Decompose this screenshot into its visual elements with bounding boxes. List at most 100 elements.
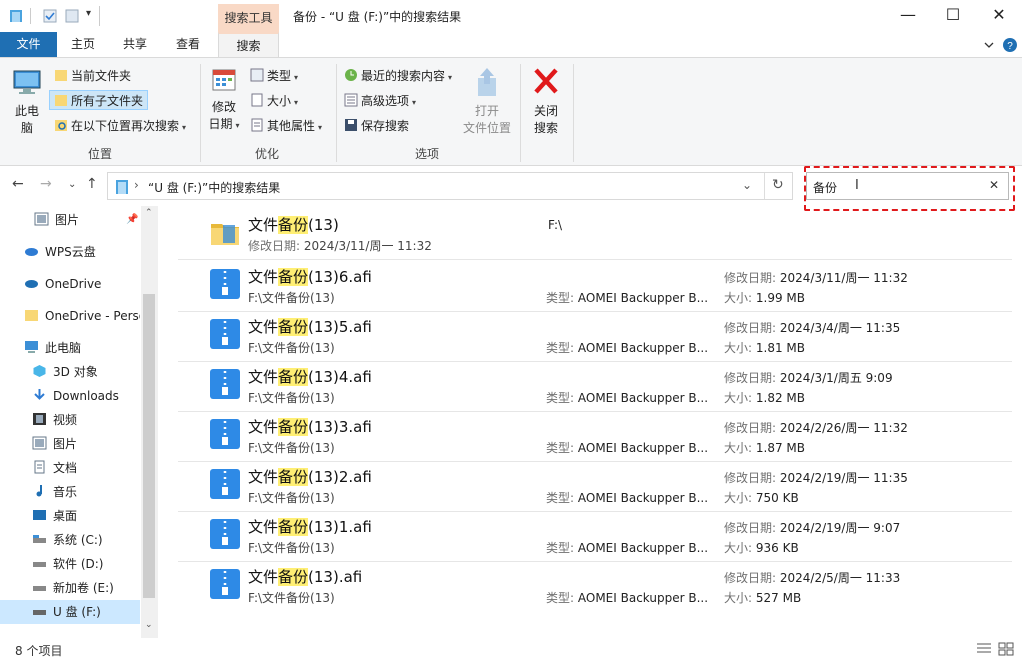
new-folder-icon[interactable] bbox=[64, 8, 80, 24]
list-item[interactable]: 文件备份(13)1.afi F:\文件备份(13) 类型: AOMEI Back… bbox=[178, 512, 1012, 562]
tab-search[interactable]: 搜索 bbox=[218, 32, 279, 57]
save-icon bbox=[345, 119, 357, 131]
recent-searches-button[interactable]: 最近的搜索内容 ▾ bbox=[344, 66, 452, 86]
sidebar-item-onedrive[interactable]: OneDrive bbox=[0, 272, 140, 296]
list-item[interactable]: 文件备份(13)5.afi F:\文件备份(13) 类型: AOMEI Back… bbox=[178, 312, 1012, 362]
sidebar-item-drive-d[interactable]: 软件 (D:) bbox=[0, 552, 140, 576]
chevron-down-icon[interactable] bbox=[983, 39, 995, 51]
open-file-location-button[interactable]: 打开 文件位置 bbox=[460, 66, 514, 137]
archive-file-icon bbox=[210, 469, 240, 499]
save-search-button[interactable]: 保存搜索 bbox=[344, 116, 409, 136]
navigation-pane: 图片 📌 WPS云盘 OneDrive OneDrive - Perso 此电脑… bbox=[0, 206, 158, 638]
title-bar: ▾ 搜索工具 备份 - “U 盘 (F:)”中的搜索结果 — ☐ ✕ bbox=[0, 0, 1022, 32]
window-title: 备份 - “U 盘 (F:)”中的搜索结果 bbox=[293, 10, 462, 24]
pin-icon[interactable]: 📌 bbox=[126, 214, 138, 225]
sidebar-scrollbar[interactable]: ⌃ ⌄ bbox=[141, 206, 158, 638]
download-icon bbox=[34, 389, 45, 400]
3d-objects-icon bbox=[33, 365, 46, 377]
back-button[interactable]: ← bbox=[12, 176, 24, 192]
search-tools-tab: 搜索工具 bbox=[218, 4, 279, 32]
close-icon bbox=[534, 68, 558, 94]
sidebar-item-drive-c[interactable]: 系统 (C:) bbox=[0, 528, 140, 552]
sidebar-item-onedrive-personal[interactable]: OneDrive - Perso bbox=[0, 304, 140, 328]
address-dropdown-icon[interactable]: ⌄ bbox=[742, 178, 752, 192]
location-group-label: 位置 bbox=[87, 147, 112, 161]
properties-icon bbox=[251, 118, 263, 132]
folder-icon bbox=[55, 70, 67, 81]
other-properties-button[interactable]: 其他属性 ▾ bbox=[250, 116, 322, 136]
sidebar-item-downloads[interactable]: Downloads bbox=[0, 384, 140, 408]
sidebar-item-3d-objects[interactable]: 3D 对象 bbox=[0, 360, 140, 384]
recent-locations-icon[interactable]: ⌄ bbox=[68, 179, 76, 190]
sidebar-item-videos[interactable]: 视频 bbox=[0, 408, 140, 432]
maximize-button[interactable]: ☐ bbox=[930, 0, 976, 32]
forward-button[interactable]: → bbox=[40, 176, 52, 192]
folder-icon bbox=[211, 224, 239, 245]
sidebar-item-pictures-quick[interactable]: 图片 bbox=[0, 208, 140, 232]
size-icon bbox=[251, 93, 263, 107]
sidebar-item-pictures[interactable]: 图片 bbox=[0, 432, 140, 456]
sidebar-item-drive-f[interactable]: U 盘 (F:) bbox=[0, 600, 140, 624]
current-folder-button[interactable]: 当前文件夹 bbox=[54, 66, 131, 86]
ribbon: 此电 脑 当前文件夹 所有子文件夹 在以下位置再次搜索 ▾ 位置 修改 日期 ▾ 类… bbox=[0, 57, 1022, 166]
subfolders-icon bbox=[55, 95, 67, 106]
refresh-icon[interactable]: ↻ bbox=[772, 177, 784, 193]
quick-access-dropdown-icon[interactable]: ▾ bbox=[86, 8, 91, 19]
search-results-icon bbox=[116, 180, 128, 194]
address-bar[interactable]: › “U 盘 (F:)”中的搜索结果 ⌄ ↻ bbox=[107, 172, 793, 200]
open-location-icon bbox=[478, 68, 496, 96]
computer-icon bbox=[13, 70, 41, 94]
this-pc-button[interactable]: 此电 脑 bbox=[8, 66, 46, 137]
close-window-button[interactable]: ✕ bbox=[976, 0, 1022, 32]
desktop-icon bbox=[33, 510, 46, 520]
sidebar-item-desktop[interactable]: 桌面 bbox=[0, 504, 140, 528]
scroll-down-icon[interactable]: ⌄ bbox=[145, 620, 153, 630]
list-item[interactable]: 文件备份(13)2.afi F:\文件备份(13) 类型: AOMEI Back… bbox=[178, 462, 1012, 512]
breadcrumb-chevron-icon[interactable]: › bbox=[134, 178, 139, 192]
size-button[interactable]: 大小 ▾ bbox=[250, 91, 298, 111]
close-search-button[interactable]: 关闭 搜索 bbox=[528, 66, 564, 137]
minimize-button[interactable]: — bbox=[885, 0, 931, 32]
details-view-icon[interactable] bbox=[976, 642, 992, 656]
list-item[interactable]: 文件备份(13) 修改日期: 2024/3/11/周一 11:32 F:\ bbox=[178, 210, 1012, 260]
archive-file-icon bbox=[210, 369, 240, 399]
up-button[interactable]: ↑ bbox=[86, 176, 98, 192]
sidebar-item-this-pc[interactable]: 此电脑 bbox=[0, 336, 140, 360]
folder-search-icon bbox=[55, 120, 67, 131]
onedrive-icon bbox=[25, 280, 38, 288]
sidebar-item-music[interactable]: 音乐 bbox=[0, 480, 140, 504]
list-item[interactable]: 文件备份(13)3.afi F:\文件备份(13) 类型: AOMEI Back… bbox=[178, 412, 1012, 462]
pictures-icon bbox=[32, 436, 47, 450]
archive-file-icon bbox=[210, 419, 240, 449]
tab-share[interactable]: 共享 bbox=[110, 32, 160, 57]
kind-icon bbox=[250, 68, 264, 82]
folder-location: F:\ bbox=[548, 218, 563, 232]
tab-view[interactable]: 查看 bbox=[163, 32, 213, 57]
kind-button[interactable]: 类型 ▾ bbox=[250, 66, 298, 86]
list-item[interactable]: 文件备份(13).afi F:\文件备份(13) 类型: AOMEI Backu… bbox=[178, 562, 1012, 612]
all-subfolders-button[interactable]: 所有子文件夹 bbox=[49, 90, 149, 110]
options-group-label: 选项 bbox=[414, 147, 439, 161]
sidebar-item-wps-cloud[interactable]: WPS云盘 bbox=[0, 240, 140, 264]
search-results-list: 文件备份(13) 修改日期: 2024/3/11/周一 11:32 F:\ 文件… bbox=[160, 206, 1022, 636]
help-icon[interactable]: ? bbox=[1002, 37, 1018, 53]
scrollbar-thumb[interactable] bbox=[143, 294, 155, 598]
recent-searches-icon bbox=[345, 69, 357, 81]
sidebar-item-drive-e[interactable]: 新加卷 (E:) bbox=[0, 576, 140, 600]
sidebar-item-documents[interactable]: 文档 bbox=[0, 456, 140, 480]
tab-file[interactable]: 文件 bbox=[0, 32, 57, 57]
tab-home[interactable]: 主页 bbox=[58, 32, 108, 57]
folder-app-icon bbox=[10, 10, 22, 22]
search-again-button[interactable]: 在以下位置再次搜索 ▾ bbox=[54, 116, 186, 136]
list-item[interactable]: 文件备份(13)4.afi F:\文件备份(13) 类型: AOMEI Back… bbox=[178, 362, 1012, 412]
documents-icon bbox=[34, 460, 45, 474]
scroll-up-icon[interactable]: ⌃ bbox=[145, 208, 153, 218]
breadcrumb[interactable]: “U 盘 (F:)”中的搜索结果 bbox=[148, 179, 280, 196]
tiles-view-icon[interactable] bbox=[998, 642, 1014, 656]
music-icon bbox=[36, 485, 42, 497]
archive-file-icon bbox=[210, 569, 240, 599]
properties-icon[interactable] bbox=[42, 8, 58, 24]
date-modified-button[interactable]: 修改 日期 ▾ bbox=[205, 66, 243, 134]
advanced-options-button[interactable]: 高级选项 ▾ bbox=[344, 91, 416, 111]
list-item[interactable]: 文件备份(13)6.afi F:\文件备份(13) 类型: AOMEI Back… bbox=[178, 262, 1012, 312]
